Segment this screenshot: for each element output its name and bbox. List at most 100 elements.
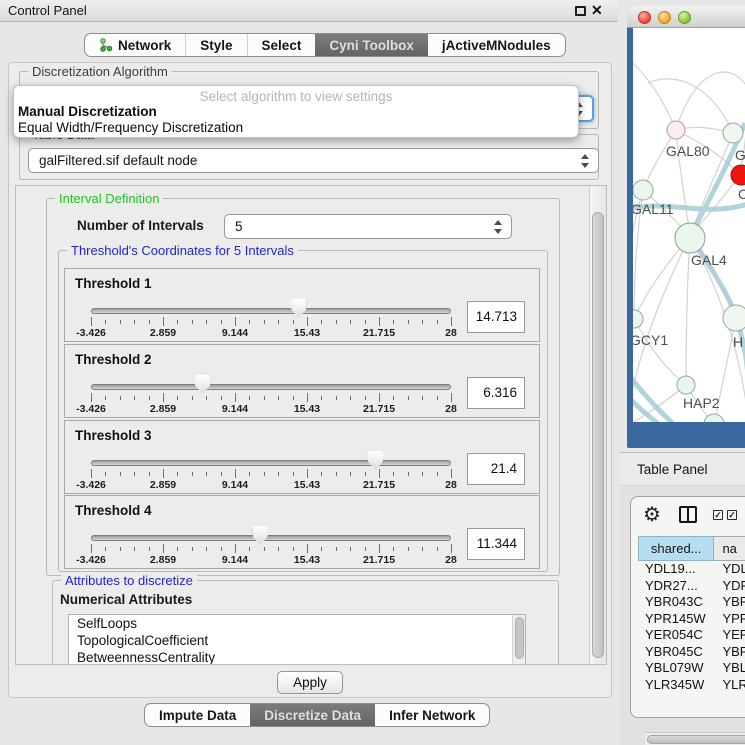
- slider-tick: [163, 469, 164, 478]
- tab-cyni-toolbox[interactable]: Cyni Toolbox: [315, 34, 428, 56]
- close-icon[interactable]: ✕: [591, 2, 603, 19]
- list-scrollbar-thumb[interactable]: [515, 617, 524, 659]
- threshold-value-field[interactable]: 21.4: [467, 453, 525, 485]
- slider-tick-label: -3.426: [76, 554, 106, 566]
- tab-discretize-data[interactable]: Discretize Data: [250, 704, 375, 726]
- table-data-combobox[interactable]: galFiltered.sif default node: [28, 148, 599, 173]
- slider-thumb[interactable]: [368, 451, 383, 470]
- list-scrollbar[interactable]: [512, 615, 525, 665]
- network-node-label: GCY1: [633, 332, 668, 348]
- table-row[interactable]: YDL19...YDL1: [638, 561, 745, 578]
- close-traffic-light-icon[interactable]: [638, 11, 651, 24]
- number-of-intervals-combobox[interactable]: 5: [224, 214, 512, 239]
- slider-tick: [278, 472, 279, 476]
- settings-scrollbar[interactable]: [589, 186, 606, 664]
- slider-tick: [293, 547, 294, 551]
- table-row[interactable]: YBL079WYBL0: [638, 660, 745, 677]
- network-view-window[interactable]: GAL80GCGAL11GAL4GCY1HHAP2: [627, 6, 745, 448]
- table-horizontal-scrollbar[interactable]: [645, 732, 745, 745]
- slider-tick-label: 15.43: [294, 479, 320, 491]
- network-icon: [99, 38, 113, 52]
- table-header-name[interactable]: na: [714, 536, 745, 561]
- slider-tick: [134, 472, 135, 476]
- table-horizontal-scrollbar-thumb[interactable]: [647, 735, 745, 744]
- float-window-icon[interactable]: [575, 6, 586, 16]
- split-columns-icon[interactable]: [679, 506, 697, 523]
- table-row[interactable]: YBR045CYBR0: [638, 644, 745, 661]
- threshold-slider-track[interactable]: [91, 384, 451, 390]
- tab-select[interactable]: Select: [247, 34, 316, 56]
- zoom-traffic-light-icon[interactable]: [678, 11, 691, 24]
- slider-tick: [91, 544, 92, 553]
- slider-thumb[interactable]: [291, 299, 306, 318]
- network-node[interactable]: [677, 376, 695, 394]
- network-edge: [676, 72, 745, 130]
- slider-tick-label: -3.426: [76, 479, 106, 491]
- slider-tick-label: 15.43: [294, 327, 320, 339]
- table-cell: YBR0: [714, 644, 745, 661]
- network-node[interactable]: [633, 180, 653, 200]
- slider-tick: [163, 544, 164, 553]
- slider-tick: [336, 472, 337, 476]
- slider-tick: [437, 396, 438, 400]
- table-row[interactable]: YER054CYER0: [638, 627, 745, 644]
- list-item[interactable]: SelfLoops: [69, 615, 525, 632]
- slider-tick: [379, 317, 380, 326]
- table-row[interactable]: YPR145WYPR1: [638, 611, 745, 628]
- network-node[interactable]: [667, 121, 685, 139]
- slider-tick-label: 2.859: [150, 403, 176, 415]
- slider-tick-labels: -3.4262.8599.14415.4321.71528: [91, 554, 451, 566]
- network-node[interactable]: [723, 123, 743, 143]
- threshold-value-field[interactable]: 6.316: [467, 377, 525, 409]
- numerical-attributes-list[interactable]: SelfLoops TopologicalCoefficient Between…: [68, 614, 526, 665]
- minimize-traffic-light-icon[interactable]: [658, 11, 671, 24]
- table-cell: YER0: [714, 627, 745, 644]
- tab-impute-data[interactable]: Impute Data: [145, 704, 250, 726]
- network-node-label: HAP2: [683, 395, 720, 411]
- slider-tick: [293, 320, 294, 324]
- network-node[interactable]: [723, 305, 745, 331]
- gear-icon[interactable]: ⚙: [643, 502, 661, 527]
- threshold-value-field[interactable]: 11.344: [467, 528, 525, 560]
- slider-tick: [408, 547, 409, 551]
- slider-tick: [249, 396, 250, 400]
- tab-infer-network[interactable]: Infer Network: [375, 704, 489, 726]
- tab-network[interactable]: Network: [85, 34, 185, 56]
- slider-tick: [451, 544, 452, 553]
- threshold-value-field[interactable]: 14.713: [467, 301, 525, 333]
- list-item[interactable]: BetweennessCentrality: [69, 649, 525, 665]
- apply-button[interactable]: Apply: [277, 671, 343, 694]
- network-window-titlebar[interactable]: [627, 6, 745, 28]
- table-row[interactable]: YBR043CYBR0: [638, 594, 745, 611]
- dropdown-option-manual-discretization[interactable]: Manual Discretization: [18, 104, 157, 119]
- table-row[interactable]: YDR27...YDR2: [638, 578, 745, 595]
- threshold-slider-track[interactable]: [91, 308, 451, 314]
- slider-thumb[interactable]: [195, 375, 210, 394]
- list-item[interactable]: TopologicalCoefficient: [69, 632, 525, 649]
- slider-tick: [149, 396, 150, 400]
- slider-tick-label: 28: [445, 403, 457, 415]
- slider-tick: [293, 472, 294, 476]
- network-canvas[interactable]: GAL80GCGAL11GAL4GCY1HHAP2: [633, 28, 745, 422]
- tab-style[interactable]: Style: [185, 34, 246, 56]
- slider-tick: [206, 472, 207, 476]
- network-node[interactable]: [675, 223, 705, 253]
- slider-tick: [408, 472, 409, 476]
- tab-jactivemnodules[interactable]: jActiveMNodules: [428, 34, 565, 56]
- checkbox-icon[interactable]: ✓: [713, 510, 723, 520]
- network-node[interactable]: [633, 310, 643, 328]
- checkbox-icon[interactable]: ✓: [727, 510, 737, 520]
- table-row[interactable]: YLR345WYLR3: [638, 677, 745, 694]
- settings-scrollbar-thumb[interactable]: [592, 212, 604, 658]
- slider-tick-label: 15.43: [294, 554, 320, 566]
- slider-thumb[interactable]: [253, 526, 268, 545]
- threshold-slider-track[interactable]: [91, 535, 451, 541]
- attributes-group-title: Attributes to discretize: [61, 573, 197, 588]
- slider-tick-label: 21.715: [363, 479, 395, 491]
- dropdown-option-equal-width-frequency[interactable]: Equal Width/Frequency Discretization: [18, 120, 243, 135]
- slider-tick-label: 2.859: [150, 327, 176, 339]
- table-header-shared-name[interactable]: shared...: [638, 536, 714, 561]
- network-edge: [633, 58, 676, 130]
- threshold-slider-track[interactable]: [91, 460, 451, 466]
- slider-tick: [249, 320, 250, 324]
